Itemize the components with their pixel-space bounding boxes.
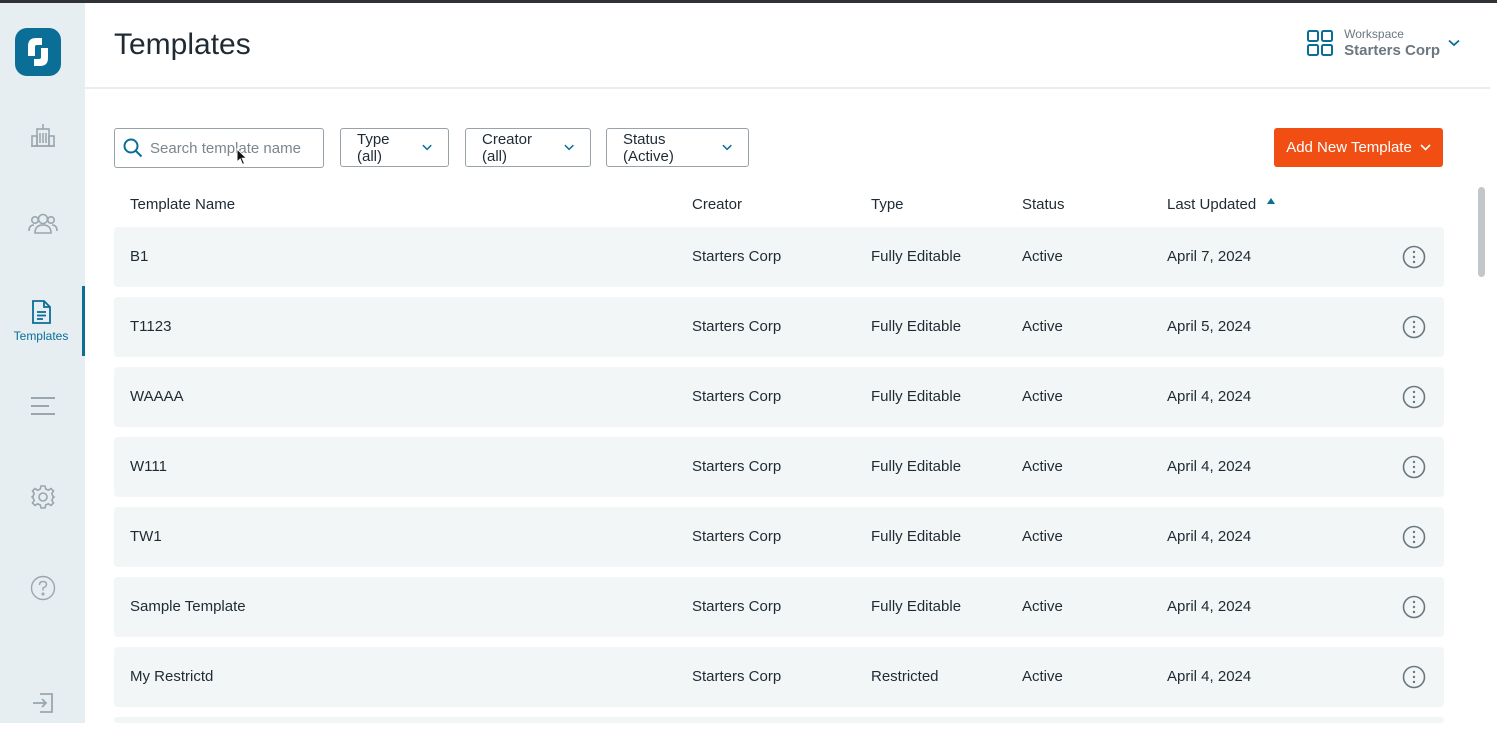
column-header-status[interactable]: Status (1022, 196, 1065, 213)
workspace-switcher[interactable]: Workspace Starters Corp (1306, 27, 1460, 59)
last-updated-cell: April 7, 2024 (1167, 248, 1252, 265)
building-icon (30, 124, 55, 147)
chevron-down-icon (1420, 144, 1431, 151)
more-options-icon[interactable] (1402, 525, 1426, 549)
gear-icon (30, 485, 55, 509)
vertical-scrollbar[interactable] (1476, 185, 1488, 723)
creator-cell: Starters Corp (692, 388, 782, 405)
sidebar-item-list[interactable] (0, 371, 85, 441)
lines-icon (30, 397, 55, 415)
last-updated-cell: April 4, 2024 (1167, 598, 1252, 615)
creator-cell: Starters Corp (692, 598, 782, 615)
type-filter-dropdown[interactable]: Type (all) (340, 128, 449, 167)
people-icon (27, 213, 58, 234)
column-header-type[interactable]: Type (871, 196, 904, 213)
type-cell: Fully Editable (871, 318, 962, 335)
template-name-cell: T1123 (130, 318, 172, 335)
template-name-cell: B1 (130, 248, 149, 265)
template-name-cell: TW1 (130, 528, 162, 545)
status-cell: Active (1022, 528, 1063, 545)
status-filter-label: Status (Active) (623, 130, 674, 165)
table-row[interactable]: Sample Template Starters Corp Fully Edit… (114, 577, 1444, 637)
workspace-name: Starters Corp (1344, 42, 1440, 59)
search-icon (123, 138, 143, 158)
chevron-down-icon (564, 144, 574, 151)
page-header: Templates Workspace Starters Corp (85, 3, 1490, 89)
status-cell: Active (1022, 248, 1063, 265)
more-options-icon[interactable] (1402, 455, 1426, 479)
table-row[interactable]: TW1 Starters Corp Fully Editable Active … (114, 507, 1444, 567)
more-options-icon[interactable] (1402, 385, 1426, 409)
chevron-down-icon (722, 144, 732, 151)
column-header-creator[interactable]: Creator (692, 196, 742, 213)
mouse-cursor-icon (236, 148, 248, 166)
column-header-last-updated[interactable]: Last Updated (1167, 196, 1256, 213)
scrollbar-thumb[interactable] (1478, 187, 1485, 277)
status-cell: Active (1022, 598, 1063, 615)
creator-filter-label: Creator (all) (482, 130, 533, 165)
chevron-down-icon (422, 144, 432, 151)
last-updated-cell: April 5, 2024 (1167, 318, 1252, 335)
more-options-icon[interactable] (1402, 595, 1426, 619)
template-name-cell: WAAAA (130, 388, 184, 405)
sidebar-item-people[interactable] (0, 189, 85, 259)
type-cell: Fully Editable (871, 528, 962, 545)
more-options-icon[interactable] (1402, 315, 1426, 339)
search-input[interactable] (150, 139, 310, 157)
sidebar-item-settings[interactable] (0, 462, 85, 532)
more-options-icon[interactable] (1402, 245, 1426, 269)
document-icon (32, 300, 51, 324)
sidebar-item-templates[interactable]: Templates (0, 286, 85, 356)
creator-cell: Starters Corp (692, 458, 782, 475)
last-updated-cell: April 4, 2024 (1167, 458, 1252, 475)
last-updated-cell: April 4, 2024 (1167, 668, 1252, 685)
help-icon (30, 575, 55, 601)
template-name-cell: W111 (130, 458, 167, 475)
last-updated-cell: April 4, 2024 (1167, 528, 1252, 545)
sidebar-item-buildings[interactable] (0, 100, 85, 170)
table-row[interactable]: B1 Starters Corp Fully Editable Active A… (114, 227, 1444, 287)
logout-icon (32, 693, 53, 713)
search-box[interactable] (114, 128, 324, 168)
template-name-cell: My Restrictd (130, 668, 214, 685)
last-updated-cell: April 4, 2024 (1167, 388, 1252, 405)
type-cell: Fully Editable (871, 458, 962, 475)
more-options-icon[interactable] (1402, 665, 1426, 689)
type-cell: Restricted (871, 668, 939, 685)
logo-mark-icon (28, 38, 48, 66)
creator-cell: Starters Corp (692, 318, 782, 335)
sidebar-item-label: Templates (13, 329, 69, 343)
column-header-template-name[interactable]: Template Name (130, 196, 235, 213)
creator-cell: Starters Corp (692, 528, 782, 545)
app-logo[interactable] (15, 28, 61, 76)
workspace-label: Workspace (1344, 27, 1404, 41)
table-row[interactable]: My Restrictd Starters Corp Restricted Ac… (114, 647, 1444, 707)
sidebar-item-logout[interactable] (0, 668, 85, 738)
creator-cell: Starters Corp (692, 668, 782, 685)
template-name-cell: Sample Template (130, 598, 246, 615)
status-cell: Active (1022, 668, 1063, 685)
sidebar: Templates (0, 3, 85, 723)
sort-up-icon[interactable] (1267, 198, 1275, 204)
table-row[interactable]: T1123 Starters Corp Fully Editable Activ… (114, 297, 1444, 357)
creator-cell: Starters Corp (692, 248, 782, 265)
table-row[interactable]: W111 Starters Corp Fully Editable Active… (114, 437, 1444, 497)
status-filter-dropdown[interactable]: Status (Active) (606, 128, 749, 167)
type-cell: Fully Editable (871, 598, 962, 615)
table-row[interactable]: WAAAA Starters Corp Fully Editable Activ… (114, 367, 1444, 427)
grid-icon (1307, 30, 1334, 56)
table-row[interactable] (114, 717, 1444, 723)
status-cell: Active (1022, 388, 1063, 405)
add-new-template-label: Add New Template (1286, 139, 1412, 156)
creator-filter-dropdown[interactable]: Creator (all) (465, 128, 591, 167)
sidebar-item-help[interactable] (0, 553, 85, 623)
chevron-down-icon (1448, 39, 1460, 47)
status-cell: Active (1022, 458, 1063, 475)
status-cell: Active (1022, 318, 1063, 335)
page-title: Templates (114, 28, 251, 61)
type-cell: Fully Editable (871, 388, 962, 405)
add-new-template-button[interactable]: Add New Template (1274, 128, 1443, 167)
type-filter-label: Type (all) (357, 130, 390, 165)
type-cell: Fully Editable (871, 248, 962, 265)
